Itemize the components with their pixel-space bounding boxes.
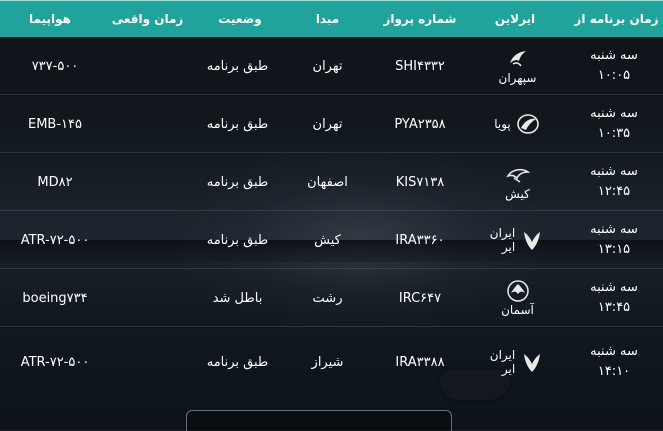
time-label: ۱۲:۴۵	[597, 184, 631, 199]
airline-cell: آسمان	[470, 269, 565, 327]
airline-name: آسمان	[501, 303, 534, 317]
header-actual-time: زمان واقعی	[111, 12, 184, 26]
pouya-swoosh-icon	[515, 112, 541, 136]
flight-number-cell: IRC۶۴۷	[398, 290, 442, 306]
header-status: وضعیت	[218, 12, 262, 26]
airline-name-line2: ایر	[501, 240, 516, 254]
airline-name-line2: ایر	[501, 362, 516, 376]
time-label: ۱۳:۴۵	[597, 300, 631, 315]
status-cell: طبق برنامه	[206, 174, 269, 190]
table-row: سه شنبه ۱۴:۱۰ ایران ایر IRA۳۳۸۸ شیراز طب…	[0, 327, 663, 397]
day-label: سه شنبه	[590, 280, 638, 295]
flight-number-cell: IRA۳۳۶۰	[395, 232, 445, 248]
day-label: سه شنبه	[590, 48, 638, 63]
origin-cell: کیش	[314, 232, 341, 248]
airline-name: سپهران	[498, 71, 537, 85]
scheduled-time-cell: سه شنبه ۱۰:۰۵	[565, 37, 663, 95]
flight-board: زمان برنامه از ایرلاین شماره پرواز مبدا …	[0, 0, 663, 430]
aircraft-cell: MD۸۲	[37, 174, 73, 190]
scheduled-time-cell: سه شنبه ۱۴:۱۰	[565, 327, 663, 397]
header-scheduled-time: زمان برنامه از	[574, 12, 659, 26]
aircraft-cell: EMB-۱۴۵	[28, 116, 82, 132]
status-cell: طبق برنامه	[206, 116, 269, 132]
aircraft-cell: boeing۷۳۴	[22, 290, 88, 306]
homa-bird-icon	[519, 228, 545, 252]
origin-cell: رشت	[312, 290, 343, 306]
flight-number-cell: SHI۴۳۳۲	[395, 58, 445, 74]
header-flight-number: شماره پرواز	[383, 12, 457, 26]
airline-name-line1: ایران	[489, 348, 516, 362]
day-label: سه شنبه	[590, 344, 638, 359]
time-label: ۱۰:۳۵	[597, 126, 631, 141]
airline-name-line1: ایران	[489, 226, 516, 240]
scheduled-time-cell: سه شنبه ۱۳:۴۵	[565, 269, 663, 327]
actual-time-cell	[100, 37, 190, 95]
origin-cell: اصفهان	[307, 174, 348, 190]
airline-cell: سپهران	[470, 37, 565, 95]
aircraft-cell: ATR-۷۲-۵۰۰	[20, 232, 90, 248]
status-cell: باطل شد	[212, 290, 263, 306]
airline-cell: ایران ایر	[470, 211, 565, 269]
flight-number-cell: IRA۳۳۸۸	[395, 354, 445, 370]
homa-bird-icon	[519, 350, 545, 374]
status-cell: طبق برنامه	[206, 232, 269, 248]
actual-time-cell	[100, 327, 190, 397]
flight-number-cell: KIS۷۱۳۸	[395, 174, 445, 190]
day-label: سه شنبه	[590, 106, 638, 121]
aircraft-cell: ۷۳۷-۵۰۰	[31, 58, 79, 74]
actual-time-cell	[100, 211, 190, 269]
scheduled-time-cell: سه شنبه ۱۲:۴۵	[565, 153, 663, 211]
table-row: سه شنبه ۱۲:۴۵ کیش KIS۷۱۳۸ اصفهان طبق برن…	[0, 153, 663, 211]
origin-cell: تهران	[312, 116, 343, 132]
origin-cell: تهران	[312, 58, 343, 74]
scheduled-time-cell: سه شنبه ۱۰:۳۵	[565, 95, 663, 153]
airline-name: ایران ایر	[490, 226, 515, 254]
flight-number-cell: PYA۲۳۵۸	[394, 116, 446, 132]
table-row: سه شنبه ۱۳:۱۵ ایران ایر IRA۳۳۶۰ کیش طبق …	[0, 211, 663, 269]
table-row: سه شنبه ۱۳:۴۵ آسمان IRC۶۴۷ رشت باطل شد b…	[0, 269, 663, 327]
table-header: زمان برنامه از ایرلاین شماره پرواز مبدا …	[0, 0, 663, 37]
sepehran-bird-icon	[505, 47, 531, 71]
origin-cell: شیراز	[311, 354, 344, 370]
table-row: سه شنبه ۱۰:۳۵ پویا PYA۲۳۵۸ تهران طبق برن…	[0, 95, 663, 153]
airline-cell: کیش	[470, 153, 565, 211]
airline-cell: ایران ایر	[470, 327, 565, 397]
table-row: سه شنبه ۱۰:۰۵ سپهران SHI۴۳۳۲ تهران طبق ب…	[0, 37, 663, 95]
airline-name: ایران ایر	[490, 348, 515, 376]
status-cell: طبق برنامه	[206, 58, 269, 74]
header-aircraft: هواپیما	[29, 12, 71, 26]
status-cell: طبق برنامه	[206, 354, 269, 370]
horizontal-scrollbar[interactable]	[186, 410, 452, 431]
airline-name: کیش	[505, 187, 530, 201]
day-label: سه شنبه	[590, 222, 638, 237]
aseman-wings-icon	[505, 279, 531, 303]
time-label: ۱۳:۱۵	[597, 242, 631, 257]
kish-bird-icon	[505, 163, 531, 187]
airline-name: پویا	[494, 117, 511, 131]
actual-time-cell	[100, 95, 190, 153]
scheduled-time-cell: سه شنبه ۱۳:۱۵	[565, 211, 663, 269]
actual-time-cell	[100, 269, 190, 327]
aircraft-cell: ATR-۷۲-۵۰۰	[20, 354, 90, 370]
day-label: سه شنبه	[590, 164, 638, 179]
actual-time-cell	[100, 153, 190, 211]
header-origin: مبدا	[315, 12, 340, 26]
header-airline: ایرلاین	[494, 12, 536, 26]
time-label: ۱۰:۰۵	[597, 68, 631, 83]
airline-cell: پویا	[470, 95, 565, 153]
time-label: ۱۴:۱۰	[597, 364, 631, 379]
